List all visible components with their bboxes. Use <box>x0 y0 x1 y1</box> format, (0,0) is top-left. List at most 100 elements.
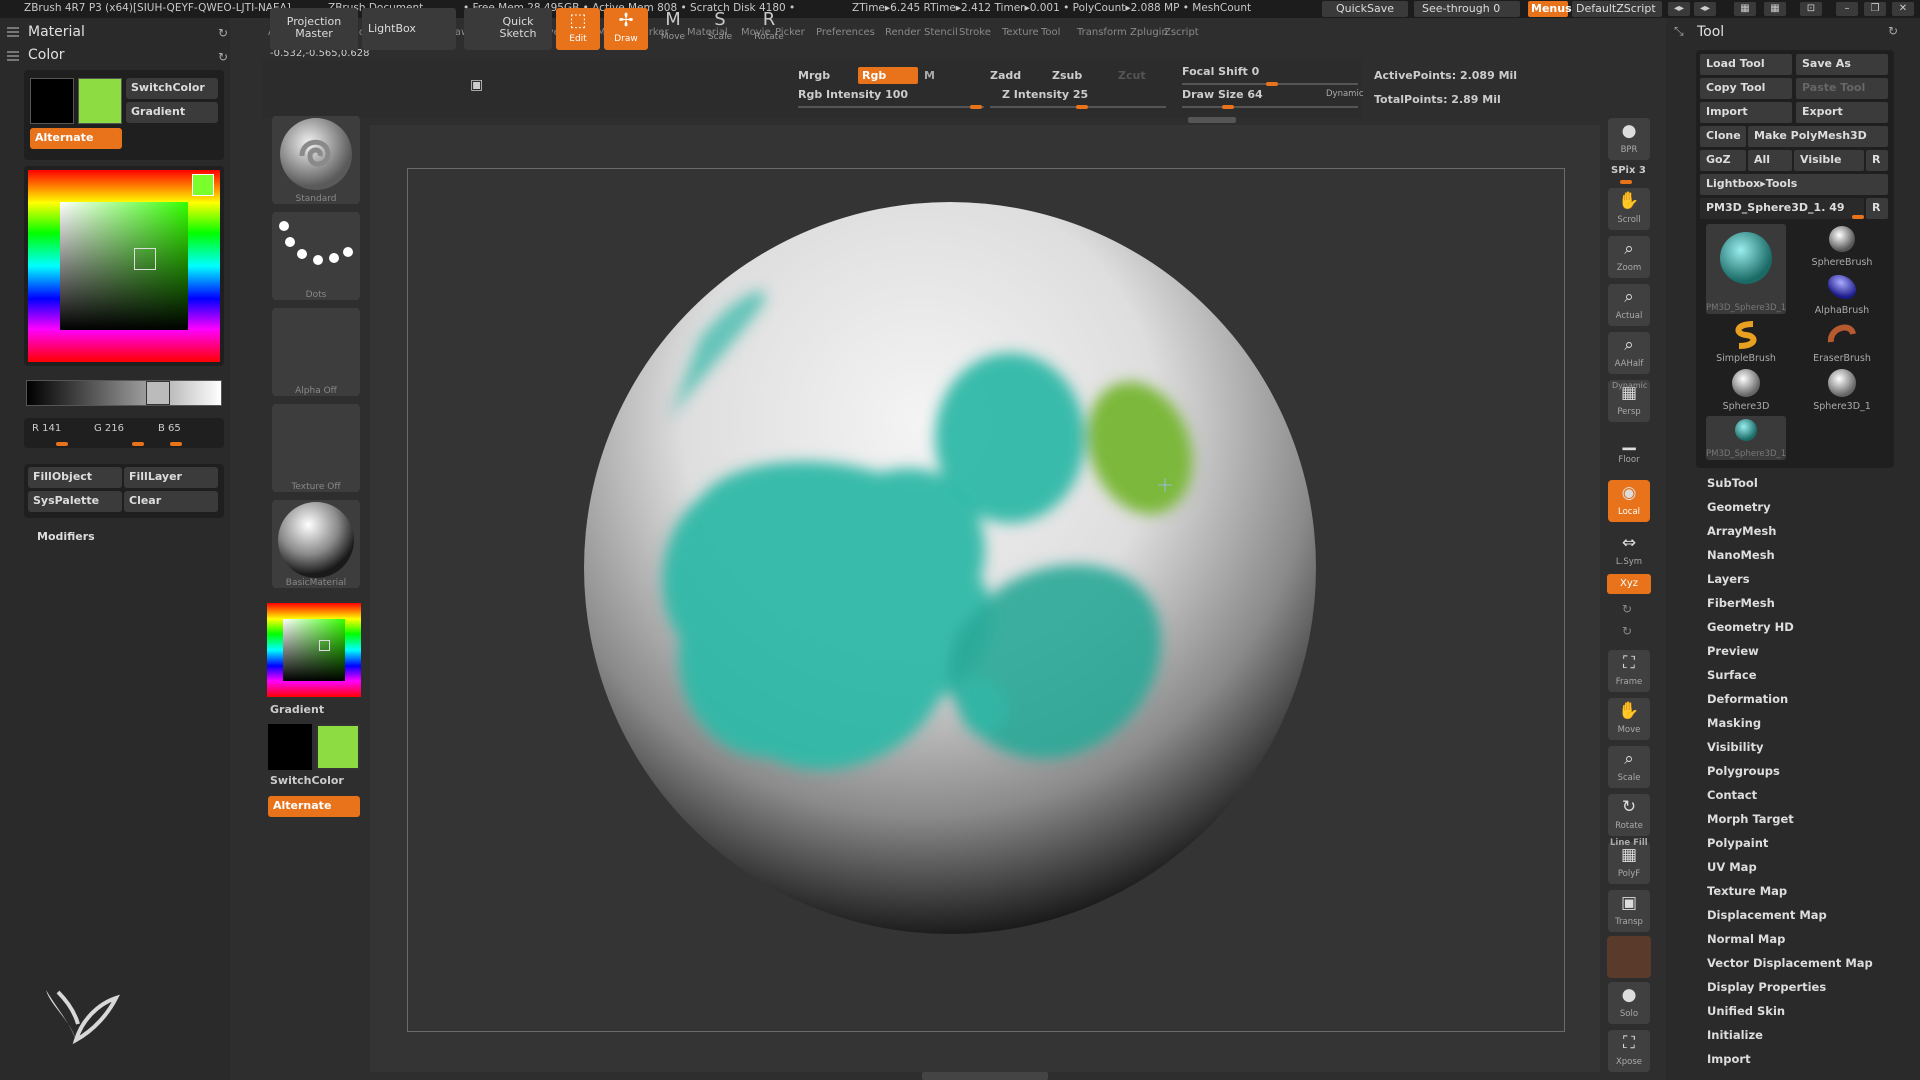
move-button[interactable]: M Move <box>651 8 695 50</box>
dynamic-toggle[interactable]: Dynamic <box>1326 89 1364 99</box>
frame-button[interactable]: ⛶ Frame <box>1608 650 1650 692</box>
clone-button[interactable]: Clone <box>1700 126 1746 147</box>
copy-tool-button[interactable]: Copy Tool <box>1700 78 1792 99</box>
color-picker-cursor[interactable] <box>134 248 156 270</box>
subpalette-masking[interactable]: Masking <box>1707 716 1761 730</box>
tool-switch-color-button[interactable]: SwitchColor <box>270 774 344 787</box>
quick-sketch-button[interactable]: Quick Sketch <box>464 8 552 50</box>
z-intensity-label[interactable]: Z Intensity 25 <box>1002 88 1088 101</box>
close-icon[interactable]: ✕ <box>1892 2 1914 16</box>
subpalette-subtool[interactable]: SubTool <box>1707 476 1758 490</box>
default-zscript-button[interactable]: DefaultZScript <box>1572 1 1662 17</box>
layout-right-icon[interactable]: ◂▸ <box>1694 2 1716 16</box>
alternate-button[interactable]: Alternate <box>30 128 122 149</box>
menu-render[interactable]: Render <box>885 27 921 38</box>
subpalette-polypaint[interactable]: Polypaint <box>1707 836 1768 850</box>
zadd-button[interactable]: Zadd <box>990 69 1021 82</box>
b-value[interactable]: B 65 <box>158 423 181 434</box>
tool-thumb-eraserbrush[interactable]: EraserBrush <box>1802 320 1882 366</box>
subpalette-nanomesh[interactable]: NanoMesh <box>1707 548 1775 562</box>
main-color-swatch[interactable] <box>78 78 122 124</box>
menu-transform[interactable]: Transform <box>1077 27 1127 38</box>
current-tool-r-button[interactable]: R <box>1866 198 1888 219</box>
tool-alternate-button[interactable]: Alternate <box>268 796 360 817</box>
edit-button[interactable]: ⬚ Edit <box>556 8 600 50</box>
menu-zscript[interactable]: Zscript <box>1164 27 1199 38</box>
g-value[interactable]: G 216 <box>94 423 124 434</box>
draw-button[interactable]: ✢ Draw <box>604 8 648 50</box>
actual-button[interactable]: ⌕ Actual <box>1608 284 1650 326</box>
focal-shift-label[interactable]: Focal Shift 0 <box>1182 65 1259 78</box>
spix-knob[interactable] <box>1620 180 1632 184</box>
tool-secondary-swatch[interactable] <box>268 724 312 770</box>
subpalette-texture-map[interactable]: Texture Map <box>1707 884 1787 898</box>
transp-button[interactable]: ▣ Transp <box>1608 890 1650 932</box>
solo-button[interactable]: ● Solo <box>1608 982 1650 1024</box>
subpalette-morph-target[interactable]: Morph Target <box>1707 812 1794 826</box>
saturation-value-square[interactable] <box>60 202 188 330</box>
minimize-icon[interactable]: – <box>1836 2 1858 16</box>
subpalette-surface[interactable]: Surface <box>1707 668 1757 682</box>
tool-thumb-alphabrush[interactable]: AlphaBrush <box>1802 272 1882 318</box>
brush-thumbnail[interactable]: Standard <box>272 116 360 204</box>
mini-color-cursor[interactable] <box>319 640 330 651</box>
mini-saturation-square[interactable] <box>283 619 345 681</box>
r-value[interactable]: R 141 <box>32 423 61 434</box>
sym-icon-1[interactable]: ↻ <box>1622 602 1632 616</box>
texture-thumbnail[interactable]: Texture Off <box>272 404 360 492</box>
grayscale-slider[interactable] <box>26 380 222 406</box>
xyz-symmetry-button[interactable]: Xyz <box>1607 574 1651 594</box>
tool-thumb-sphere3d-1[interactable]: Sphere3D_1 <box>1802 368 1882 414</box>
lightbox-tools-button[interactable]: Lightbox▸Tools <box>1700 174 1888 195</box>
rgb-intensity-label[interactable]: Rgb Intensity 100 <box>798 88 908 101</box>
bottom-tray-handle[interactable] <box>922 1072 1048 1080</box>
ghost-button[interactable] <box>1607 936 1651 978</box>
subpalette-unified-skin[interactable]: Unified Skin <box>1707 1004 1785 1018</box>
zsub-button[interactable]: Zsub <box>1052 69 1082 82</box>
color-palette-title[interactable]: Color <box>28 47 65 63</box>
sym-icon-2[interactable]: ↻ <box>1622 624 1632 638</box>
move-view-button[interactable]: ✋ Move <box>1608 698 1650 740</box>
scale-button[interactable]: S Scale <box>698 8 742 50</box>
zcut-button[interactable]: Zcut <box>1118 69 1146 82</box>
menu-zplugin[interactable]: Zplugin <box>1130 27 1168 38</box>
lightbox-button[interactable]: LightBox <box>362 8 456 50</box>
menu-tool[interactable]: Tool <box>1041 27 1060 38</box>
mrgb-button[interactable]: Mrgb <box>798 69 830 82</box>
hue-cursor[interactable] <box>192 174 214 196</box>
subpalette-fibermesh[interactable]: FiberMesh <box>1707 596 1775 610</box>
subpalette-polygroups[interactable]: Polygroups <box>1707 764 1780 778</box>
switch-color-button[interactable]: SwitchColor <box>126 78 218 99</box>
scale-view-button[interactable]: ⌕ Scale <box>1608 746 1650 788</box>
color-refresh-icon[interactable]: ↻ <box>218 50 228 64</box>
tool-main-swatch[interactable] <box>316 724 360 770</box>
subpalette-vector-displacement-map[interactable]: Vector Displacement Map <box>1707 956 1873 970</box>
goz-button[interactable]: GoZ <box>1700 150 1746 171</box>
subpalette-layers[interactable]: Layers <box>1707 572 1750 586</box>
subpalette-deformation[interactable]: Deformation <box>1707 692 1788 706</box>
fill-layer-button[interactable]: FillLayer <box>124 467 218 488</box>
line-fill-label[interactable]: Line Fill <box>1610 838 1648 848</box>
b-slider-knob[interactable] <box>170 442 182 446</box>
export-tool-button[interactable]: Export <box>1796 102 1888 123</box>
make-polymesh-button[interactable]: Make PolyMesh3D <box>1748 126 1888 147</box>
floor-button[interactable]: ▁ Floor <box>1608 428 1650 470</box>
save-as-button[interactable]: Save As <box>1796 54 1888 75</box>
tool-thumb-sphere3d[interactable]: Sphere3D <box>1706 368 1786 414</box>
polyf-button[interactable]: ▦ PolyF <box>1608 842 1650 884</box>
color-grip-icon[interactable] <box>6 48 20 62</box>
subpalette-uv-map[interactable]: UV Map <box>1707 860 1757 874</box>
z-intensity-knob[interactable] <box>1076 105 1088 109</box>
modifiers-label[interactable]: Modifiers <box>37 530 95 543</box>
aahalf-button[interactable]: ⌕ AAHalf <box>1608 332 1650 374</box>
tool-thumb-pm3d-sphere[interactable]: PM3D_Sphere3D_1 <box>1706 224 1786 314</box>
see-through-slider[interactable]: See-through 0 <box>1414 1 1520 17</box>
tool-refresh-icon[interactable]: ↻ <box>1888 24 1898 38</box>
menu-preferences[interactable]: Preferences <box>816 27 875 38</box>
current-tool-slider[interactable]: PM3D_Sphere3D_1. 49 <box>1700 198 1864 219</box>
rotate-button[interactable]: R Rotate <box>747 8 791 50</box>
material-thumbnail[interactable]: BasicMaterial <box>272 500 360 588</box>
zoom-button[interactable]: ⌕ Zoom <box>1608 236 1650 278</box>
subpalette-displacement-map[interactable]: Displacement Map <box>1707 908 1827 922</box>
fill-object-button[interactable]: FillObject <box>28 467 122 488</box>
